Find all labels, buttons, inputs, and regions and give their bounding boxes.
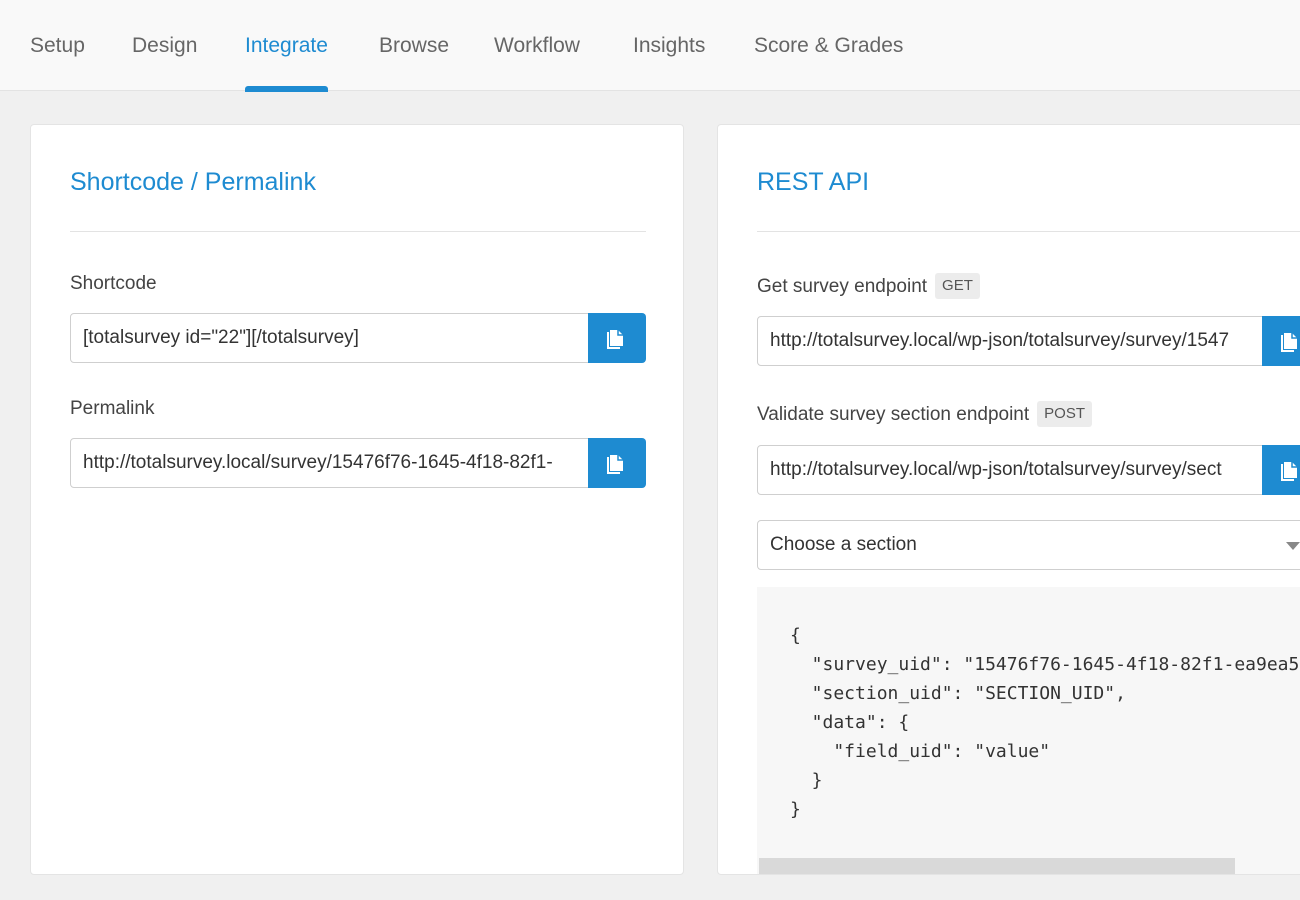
tab-label: Insights xyxy=(633,34,706,57)
tab-label: Integrate xyxy=(245,34,328,57)
tab-bar: Setup Design Integrate Browse Workflow I… xyxy=(0,0,1300,92)
request-body-code: { "survey_uid": "15476f76-1645-4f18-82f1… xyxy=(790,625,1300,820)
permalink-input[interactable] xyxy=(70,438,589,488)
copy-icon xyxy=(1281,333,1297,352)
tab-browse[interactable]: Browse xyxy=(379,0,449,91)
tab-score-grades[interactable]: Score & Grades xyxy=(754,0,903,91)
get-endpoint-input-group xyxy=(757,316,1300,366)
get-method-badge: GET xyxy=(935,273,980,299)
copy-validate-endpoint-button[interactable] xyxy=(1262,445,1300,495)
active-tab-indicator xyxy=(245,86,328,92)
get-endpoint-input[interactable] xyxy=(757,316,1263,366)
card-divider xyxy=(757,231,1300,232)
copy-icon xyxy=(1281,462,1297,481)
copy-shortcode-button[interactable] xyxy=(588,313,646,363)
get-endpoint-label-text: Get survey endpoint xyxy=(757,276,928,297)
validate-endpoint-input[interactable] xyxy=(757,445,1263,495)
card-title: REST API xyxy=(757,168,870,196)
validate-endpoint-label: Validate survey section endpoint POST xyxy=(757,401,1092,427)
permalink-label: Permalink xyxy=(70,398,155,419)
copy-permalink-button[interactable] xyxy=(588,438,646,488)
shortcode-input-group xyxy=(70,313,646,363)
shortcode-label: Shortcode xyxy=(70,273,157,294)
shortcode-permalink-card: Shortcode / Permalink Shortcode Permalin… xyxy=(30,124,684,875)
tab-label: Workflow xyxy=(494,34,580,57)
get-endpoint-label: Get survey endpoint GET xyxy=(757,273,980,299)
tab-integrate[interactable]: Integrate xyxy=(245,0,328,92)
section-select-value: Choose a section xyxy=(770,534,917,555)
tab-insights[interactable]: Insights xyxy=(633,0,705,91)
request-body-code-block: { "survey_uid": "15476f76-1645-4f18-82f1… xyxy=(757,587,1300,874)
validate-endpoint-input-group xyxy=(757,445,1300,495)
permalink-input-group xyxy=(70,438,646,488)
post-method-badge: POST xyxy=(1037,401,1092,427)
tab-label: Setup xyxy=(30,34,85,57)
copy-icon xyxy=(607,455,623,474)
horizontal-scrollbar[interactable] xyxy=(759,858,1235,874)
rest-api-card: REST API Get survey endpoint GET Validate… xyxy=(717,124,1300,875)
chevron-down-icon xyxy=(1286,542,1300,550)
tab-workflow[interactable]: Workflow xyxy=(494,0,580,91)
copy-get-endpoint-button[interactable] xyxy=(1262,316,1300,366)
tab-setup[interactable]: Setup xyxy=(30,0,85,91)
card-divider xyxy=(70,231,646,232)
shortcode-input[interactable] xyxy=(70,313,589,363)
tab-label: Browse xyxy=(379,34,450,57)
section-select[interactable]: Choose a section xyxy=(757,520,1300,570)
tab-label: Score & Grades xyxy=(754,34,904,57)
card-title: Shortcode / Permalink xyxy=(70,168,316,196)
tab-design[interactable]: Design xyxy=(132,0,197,91)
validate-endpoint-label-text: Validate survey section endpoint xyxy=(757,404,1030,425)
copy-icon xyxy=(607,330,623,349)
tab-label: Design xyxy=(132,34,198,57)
